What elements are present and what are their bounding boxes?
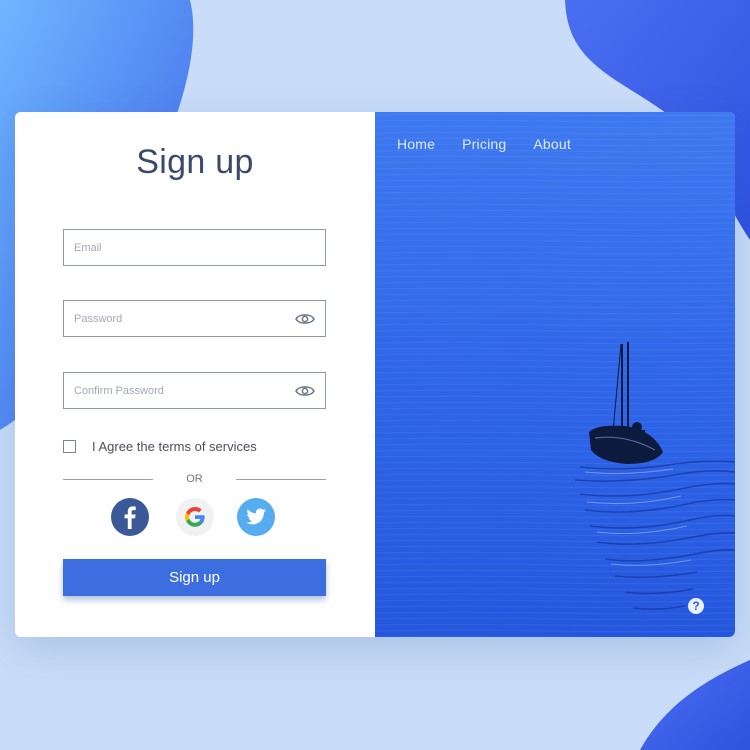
- eye-icon[interactable]: [295, 310, 315, 328]
- email-field-wrapper: [63, 229, 326, 266]
- terms-label: I Agree the terms of services: [92, 439, 257, 454]
- nav-pricing[interactable]: Pricing: [462, 136, 506, 152]
- confirm-password-field[interactable]: [64, 373, 284, 408]
- page-title: Sign up: [136, 143, 254, 181]
- signup-card: Sign up I Agree the terms of services O: [15, 112, 735, 637]
- nav-home[interactable]: Home: [397, 136, 435, 152]
- email-field[interactable]: [64, 230, 284, 265]
- google-icon[interactable]: [176, 498, 214, 536]
- top-nav: Home Pricing About: [397, 136, 598, 152]
- password-field-wrapper: [63, 300, 326, 337]
- twitter-icon[interactable]: [237, 498, 275, 536]
- help-icon[interactable]: ?: [688, 598, 704, 614]
- terms-agreement: I Agree the terms of services: [63, 439, 257, 454]
- signup-form-panel: Sign up I Agree the terms of services O: [15, 112, 375, 637]
- divider-line-right: [236, 479, 326, 480]
- terms-checkbox[interactable]: [63, 440, 76, 453]
- sea-boat-photo: [375, 112, 735, 637]
- signup-button[interactable]: Sign up: [63, 559, 326, 596]
- confirm-password-field-wrapper: [63, 372, 326, 409]
- hero-image-panel: Home Pricing About ?: [375, 112, 735, 637]
- or-divider: OR: [63, 473, 326, 487]
- nav-about[interactable]: About: [533, 136, 571, 152]
- eye-icon[interactable]: [295, 382, 315, 400]
- facebook-icon[interactable]: [111, 498, 149, 536]
- password-field[interactable]: [64, 301, 284, 336]
